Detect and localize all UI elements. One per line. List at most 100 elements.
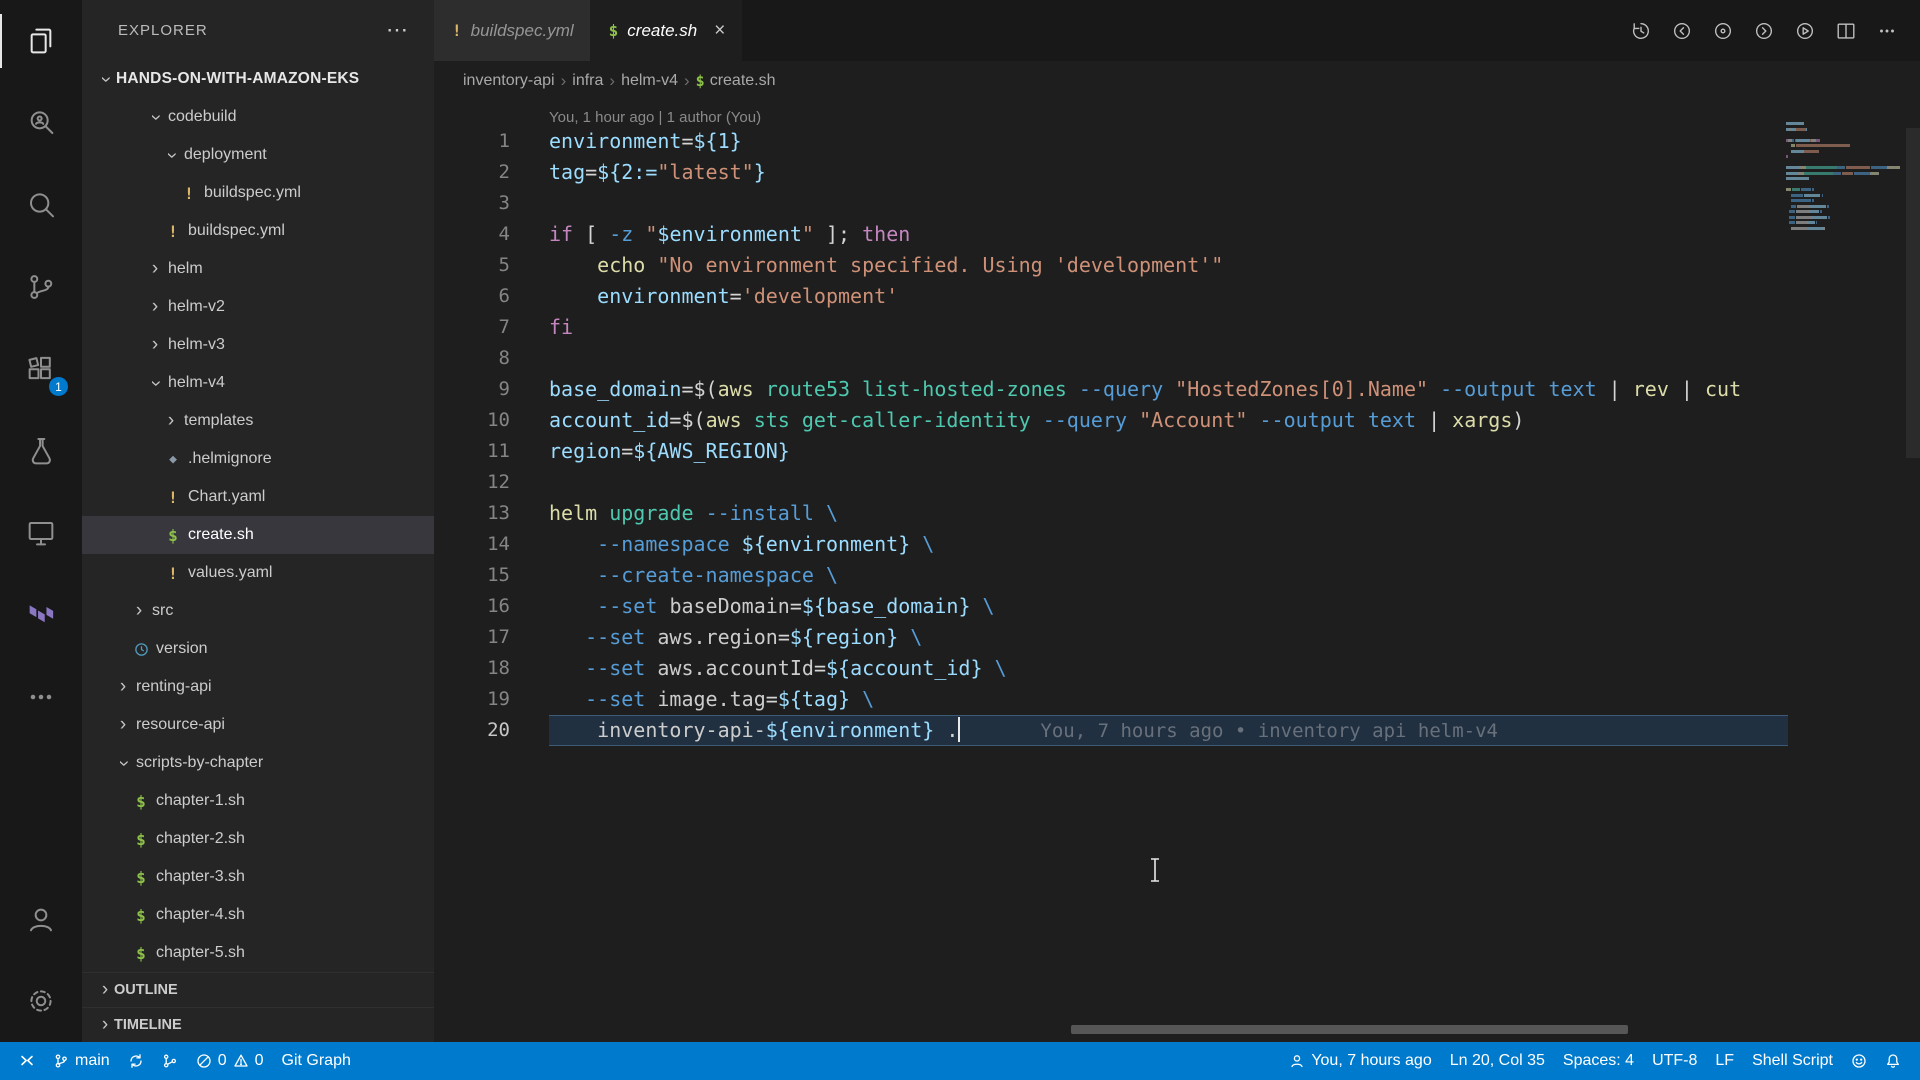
status-notifications[interactable]	[1876, 1042, 1910, 1080]
activity-terraform[interactable]	[0, 574, 82, 656]
line-number: 12	[434, 467, 510, 498]
tree-item-helm[interactable]: ›helm	[82, 250, 434, 288]
tree-item-resource-api[interactable]: ›resource-api	[82, 706, 434, 744]
status-encoding[interactable]: UTF-8	[1643, 1042, 1706, 1080]
status-language-mode[interactable]: Shell Script	[1743, 1042, 1842, 1080]
tabs: !buildspec.yml$create.sh×	[434, 0, 742, 61]
code-line-17[interactable]: 17 --set aws.region=${region} \	[434, 622, 1788, 653]
history-icon[interactable]	[1630, 20, 1652, 42]
tree-item-version[interactable]: version	[82, 630, 434, 668]
activity-settings[interactable]	[0, 960, 82, 1042]
tree-item-Chart.yaml[interactable]: !Chart.yaml	[82, 478, 434, 516]
code-line-16[interactable]: 16 --set baseDomain=${base_domain} \	[434, 591, 1788, 622]
status-sync-changes[interactable]	[119, 1042, 153, 1080]
code-line-5[interactable]: 5 echo "No environment specified. Using …	[434, 250, 1788, 281]
status-git-branch[interactable]: main	[44, 1042, 119, 1080]
status-git-graph-label[interactable]: Git Graph	[273, 1042, 360, 1080]
tree-item-templates[interactable]: ›templates	[82, 402, 434, 440]
status-problems[interactable]: 00	[187, 1042, 273, 1080]
panel-outline[interactable]: ›OUTLINE	[82, 972, 434, 1007]
tree-item-codebuild[interactable]: ›codebuild	[82, 98, 434, 136]
code-line-10[interactable]: 10account_id=$(aws sts get-caller-identi…	[434, 405, 1788, 436]
tree-item-label: .helmignore	[188, 450, 272, 468]
code-line-20[interactable]: 20 inventory-api-${environment} .You, 7 …	[434, 715, 1788, 746]
project-root-row[interactable]: › HANDS-ON-WITH-AMAZON-EKS	[82, 60, 434, 98]
tree-item-helm-v2[interactable]: ›helm-v2	[82, 288, 434, 326]
status-cursor-position[interactable]: Ln 20, Col 35	[1441, 1042, 1554, 1080]
horizontal-scrollbar[interactable]	[1071, 1025, 1628, 1034]
status-feedback[interactable]	[1842, 1042, 1876, 1080]
status-gitlens-blame[interactable]: You, 7 hours ago	[1280, 1042, 1440, 1080]
tree-item-helm-v4[interactable]: ›helm-v4	[82, 364, 434, 402]
status-remote-indicator[interactable]	[10, 1042, 44, 1080]
activity-accounts[interactable]	[0, 878, 82, 960]
activity-more-views[interactable]	[0, 656, 82, 738]
close-icon[interactable]: ×	[714, 20, 725, 42]
tree-item-buildspec.yml[interactable]: !buildspec.yml	[82, 212, 434, 250]
activity-extensions[interactable]: 1	[0, 328, 82, 410]
code-line-15[interactable]: 15 --create-namespace \	[434, 560, 1788, 591]
split-editor-icon[interactable]	[1835, 20, 1857, 42]
tree-item-values.yaml[interactable]: !values.yaml	[82, 554, 434, 592]
more-actions-icon[interactable]	[1876, 20, 1898, 42]
code-line-13[interactable]: 13helm upgrade --install \	[434, 498, 1788, 529]
code-line-12[interactable]: 12	[434, 467, 1788, 498]
code-line-14[interactable]: 14 --namespace ${environment} \	[434, 529, 1788, 560]
tree-item-deployment[interactable]: ›deployment	[82, 136, 434, 174]
status-eol[interactable]: LF	[1706, 1042, 1743, 1080]
code-line-18[interactable]: 18 --set aws.accountId=${account_id} \	[434, 653, 1788, 684]
compare-icon[interactable]	[1712, 20, 1734, 42]
activity-remote-explorer[interactable]	[0, 492, 82, 574]
tree-item-chapter-3.sh[interactable]: $chapter-3.sh	[82, 858, 434, 896]
code-line-8[interactable]: 8	[434, 343, 1788, 374]
chevron-right-icon: ›	[96, 979, 114, 1001]
code-lines[interactable]: 1environment=${1}2tag=${2:="latest"}34if…	[434, 126, 1788, 746]
code-line-2[interactable]: 2tag=${2:="latest"}	[434, 157, 1788, 188]
tree-item-chapter-2.sh[interactable]: $chapter-2.sh	[82, 820, 434, 858]
status-git-graph-button[interactable]	[153, 1042, 187, 1080]
tab-create.sh[interactable]: $create.sh×	[591, 0, 743, 61]
code-line-1[interactable]: 1environment=${1}	[434, 126, 1788, 157]
breadcrumb-infra[interactable]: infra	[572, 72, 603, 90]
tree-item-chapter-4.sh[interactable]: $chapter-4.sh	[82, 896, 434, 934]
explorer-more-actions-icon[interactable]: ⋯	[386, 17, 408, 43]
tree-item-helm-v3[interactable]: ›helm-v3	[82, 326, 434, 364]
activity-source-control[interactable]	[0, 246, 82, 328]
code-line-19[interactable]: 19 --set image.tag=${tag} \	[434, 684, 1788, 715]
code-line-11[interactable]: 11region=${AWS_REGION}	[434, 436, 1788, 467]
vertical-scrollbar[interactable]	[1906, 128, 1920, 458]
tree-item-buildspec.yml[interactable]: !buildspec.yml	[82, 174, 434, 212]
status-indentation[interactable]: Spaces: 4	[1554, 1042, 1643, 1080]
tree-item-src[interactable]: ›src	[82, 592, 434, 630]
code-line-7[interactable]: 7fi	[434, 312, 1788, 343]
code-line-9[interactable]: 9base_domain=$(aws route53 list-hosted-z…	[434, 374, 1788, 405]
code-editor[interactable]: You, 1 hour ago | 1 author (You) 1enviro…	[434, 100, 1920, 1042]
breadcrumb-inventory-api[interactable]: inventory-api	[463, 72, 555, 90]
next-change-icon[interactable]	[1753, 20, 1775, 42]
line-content: --namespace ${environment} \	[510, 529, 1788, 560]
minimap-line	[1786, 210, 1904, 213]
activity-testing[interactable]	[0, 410, 82, 492]
panel-timeline[interactable]: ›TIMELINE	[82, 1007, 434, 1042]
breadcrumb-helm-v4[interactable]: helm-v4	[621, 72, 678, 90]
activity-gitlens-inspect[interactable]	[0, 82, 82, 164]
activity-search[interactable]	[0, 164, 82, 246]
tree-item-.helmignore[interactable]: ◆.helmignore	[82, 440, 434, 478]
prev-change-icon[interactable]	[1671, 20, 1693, 42]
breadcrumb-label: create.sh	[710, 72, 776, 90]
run-icon[interactable]	[1794, 20, 1816, 42]
activity-explorer[interactable]	[0, 0, 82, 82]
tree-item-chapter-1.sh[interactable]: $chapter-1.sh	[82, 782, 434, 820]
code-line-4[interactable]: 4if [ -z "$environment" ]; then	[434, 219, 1788, 250]
codelens[interactable]: You, 1 hour ago | 1 author (You)	[434, 100, 1920, 126]
tree-item-renting-api[interactable]: ›renting-api	[82, 668, 434, 706]
code-line-6[interactable]: 6 environment='development'	[434, 281, 1788, 312]
tree-item-chapter-5.sh[interactable]: $chapter-5.sh	[82, 934, 434, 972]
minimap[interactable]	[1786, 122, 1904, 232]
code-line-3[interactable]: 3	[434, 188, 1788, 219]
tree-item-scripts-by-chapter[interactable]: ›scripts-by-chapter	[82, 744, 434, 782]
breadcrumb-create.sh[interactable]: $create.sh	[696, 72, 776, 90]
tree-item-label: templates	[184, 412, 253, 430]
tab-buildspec.yml[interactable]: !buildspec.yml	[434, 0, 591, 61]
tree-item-create.sh[interactable]: $create.sh	[82, 516, 434, 554]
